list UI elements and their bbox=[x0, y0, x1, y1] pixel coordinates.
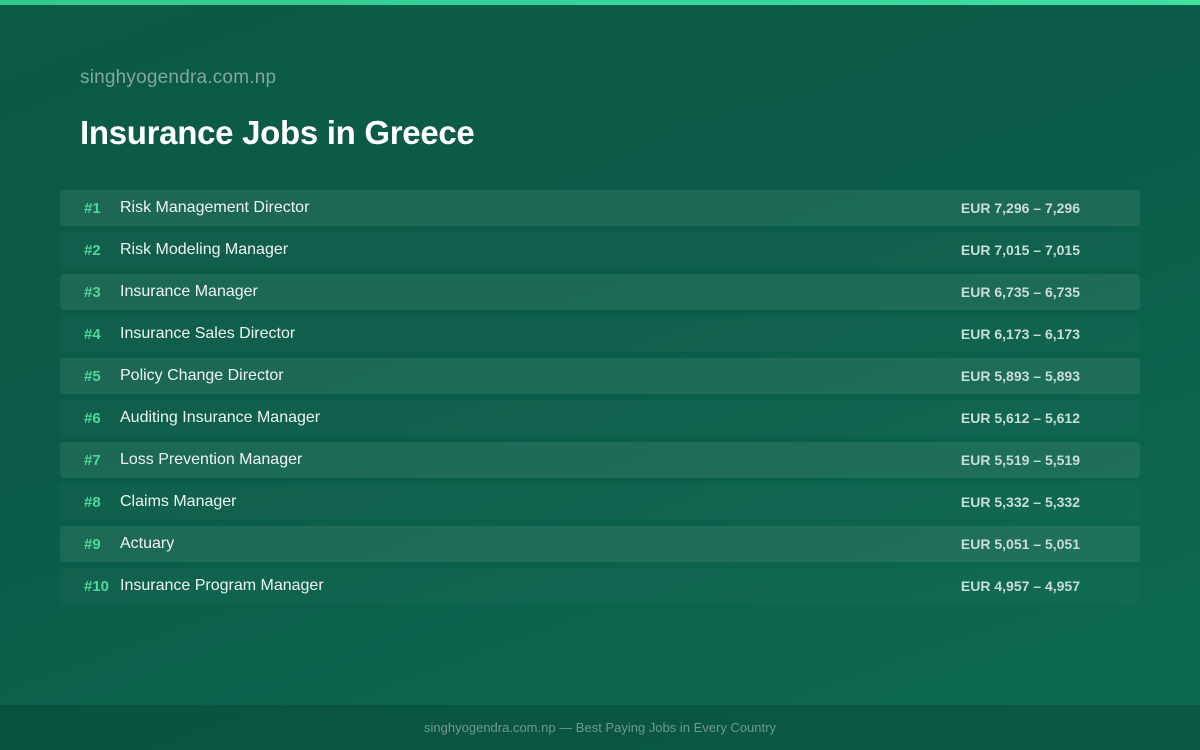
job-salary: EUR 5,893 – 5,893 bbox=[960, 368, 1080, 384]
job-row[interactable]: #5 Policy Change Director EUR 5,893 – 5,… bbox=[60, 358, 1140, 394]
job-row[interactable]: #3 Insurance Manager EUR 6,735 – 6,735 bbox=[60, 274, 1140, 310]
job-list: #1 Risk Management Director EUR 7,296 – … bbox=[60, 190, 1140, 610]
job-row[interactable]: #7 Loss Prevention Manager EUR 5,519 – 5… bbox=[60, 442, 1140, 478]
job-title: Insurance Program Manager bbox=[120, 577, 324, 594]
job-rank: #8 bbox=[84, 493, 101, 511]
job-title: Loss Prevention Manager bbox=[120, 451, 303, 468]
job-title: Claims Manager bbox=[120, 493, 237, 510]
page-title: Insurance Jobs in Greece bbox=[80, 114, 475, 151]
site-name: singhyogendra.com.np bbox=[80, 67, 277, 88]
job-rank: #2 bbox=[84, 241, 101, 259]
job-salary: EUR 5,612 – 5,612 bbox=[960, 410, 1080, 426]
job-row[interactable]: #9 Actuary EUR 5,051 – 5,051 bbox=[60, 526, 1140, 562]
footer: singhyogendra.com.np — Best Paying Jobs … bbox=[0, 705, 1200, 750]
job-salary: EUR 5,051 – 5,051 bbox=[960, 536, 1080, 552]
job-salary: EUR 4,957 – 4,957 bbox=[960, 578, 1080, 594]
job-salary: EUR 7,296 – 7,296 bbox=[960, 200, 1080, 216]
job-rank: #3 bbox=[84, 283, 101, 301]
job-title: Risk Modeling Manager bbox=[120, 241, 289, 258]
job-rank: #5 bbox=[84, 367, 101, 385]
footer-text: singhyogendra.com.np — Best Paying Jobs … bbox=[424, 720, 776, 735]
job-rank: #4 bbox=[84, 325, 101, 343]
top-accent-bar bbox=[0, 0, 1200, 5]
job-row[interactable]: #4 Insurance Sales Director EUR 6,173 – … bbox=[60, 316, 1140, 352]
job-row[interactable]: #10 Insurance Program Manager EUR 4,957 … bbox=[60, 568, 1140, 604]
job-rank: #6 bbox=[84, 409, 101, 427]
job-row[interactable]: #8 Claims Manager EUR 5,332 – 5,332 bbox=[60, 484, 1140, 520]
job-rank: #10 bbox=[84, 577, 110, 595]
job-title: Auditing Insurance Manager bbox=[120, 409, 321, 426]
job-rank: #9 bbox=[84, 535, 101, 553]
job-row[interactable]: #2 Risk Modeling Manager EUR 7,015 – 7,0… bbox=[60, 232, 1140, 268]
job-row[interactable]: #6 Auditing Insurance Manager EUR 5,612 … bbox=[60, 400, 1140, 436]
job-title: Actuary bbox=[120, 535, 175, 552]
job-salary: EUR 5,519 – 5,519 bbox=[960, 452, 1080, 468]
job-salary: EUR 5,332 – 5,332 bbox=[960, 494, 1080, 510]
job-title: Policy Change Director bbox=[120, 367, 284, 384]
job-salary: EUR 7,015 – 7,015 bbox=[960, 242, 1080, 258]
job-salary: EUR 6,735 – 6,735 bbox=[960, 284, 1080, 300]
job-title: Insurance Sales Director bbox=[120, 325, 296, 342]
job-rank: #7 bbox=[84, 451, 101, 469]
job-rank: #1 bbox=[84, 199, 101, 217]
job-salary: EUR 6,173 – 6,173 bbox=[960, 326, 1080, 342]
job-title: Insurance Manager bbox=[120, 283, 258, 300]
job-title: Risk Management Director bbox=[120, 199, 310, 216]
job-row[interactable]: #1 Risk Management Director EUR 7,296 – … bbox=[60, 190, 1140, 226]
